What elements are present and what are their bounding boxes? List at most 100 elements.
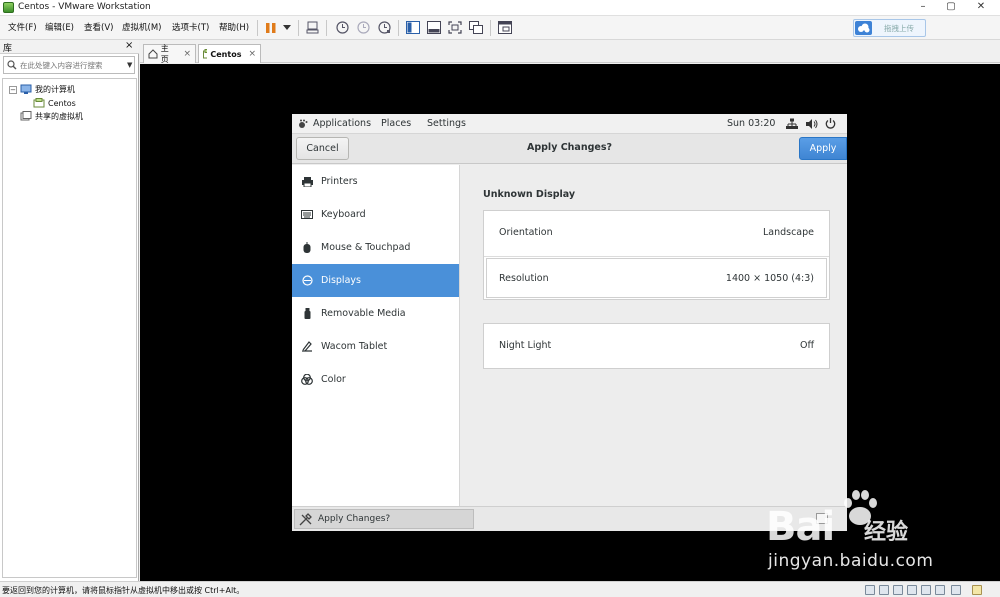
library-header: 库 × (0, 40, 139, 54)
sound-card-icon[interactable] (921, 585, 931, 595)
chevron-down-icon[interactable] (279, 20, 295, 35)
tablet-icon (301, 341, 313, 353)
menu-tabs[interactable]: 选项卡(T) (172, 21, 209, 33)
orientation-row[interactable]: Orientation Landscape (484, 211, 829, 255)
settings-menu[interactable]: Settings (427, 118, 466, 129)
hard-disk-icon[interactable] (865, 585, 875, 595)
menu-file[interactable]: 文件(F) (8, 21, 37, 33)
library-title: 库 (3, 44, 13, 54)
taskbar-item-apply-changes[interactable]: Apply Changes? (294, 509, 474, 529)
sidebar-item-printers[interactable]: Printers (292, 165, 459, 198)
night-light-row[interactable]: Night Light Off (484, 324, 829, 368)
tree-item-my-computer[interactable]: − 我的计算机 (9, 84, 75, 95)
tab-home[interactable]: 主页 × (143, 44, 196, 64)
orientation-label: Orientation (499, 227, 553, 238)
usb-device-icon[interactable] (907, 585, 917, 595)
night-light-group: Night Light Off (483, 323, 830, 369)
menu-toolbar: 文件(F) 编辑(E) 查看(V) 虚拟机(M) 选项卡(T) 帮助(H) 拖拽… (0, 16, 1000, 40)
places-menu[interactable]: Places (381, 118, 411, 129)
clock[interactable]: Sun 03:20 (727, 118, 775, 129)
toolbar-separator (298, 20, 299, 36)
night-light-value: Off (799, 340, 814, 351)
tree-item-shared-vms[interactable]: 共享的虚拟机 (20, 111, 83, 122)
tab-close-button[interactable]: × (248, 49, 256, 59)
menu-view[interactable]: 查看(V) (84, 21, 113, 33)
menu-vm[interactable]: 虚拟机(M) (122, 21, 161, 33)
watermark-brand-tail: 经验 (864, 520, 909, 545)
applications-menu[interactable]: Applications (313, 118, 371, 129)
cancel-button[interactable]: Cancel (296, 137, 349, 160)
unity-mode-icon[interactable] (468, 20, 484, 35)
power-icon[interactable] (825, 118, 836, 129)
menu-edit[interactable]: 编辑(E) (45, 21, 74, 33)
library-close-button[interactable]: × (125, 40, 133, 51)
tab-centos[interactable]: Centos × (198, 44, 261, 63)
computer-icon (20, 84, 32, 94)
network-icon[interactable] (786, 118, 798, 130)
network-adapter-icon[interactable] (893, 585, 903, 595)
tree-item-centos-vm[interactable]: Centos (33, 98, 76, 109)
sidebar-item-mouse-touchpad[interactable]: Mouse & Touchpad (292, 231, 459, 264)
collapse-toggle[interactable]: − (9, 85, 17, 94)
cd-dvd-icon[interactable] (879, 585, 889, 595)
tree-label: 共享的虚拟机 (35, 112, 83, 121)
full-screen-icon[interactable] (447, 20, 463, 35)
sidebar-item-label: Wacom Tablet (321, 341, 388, 352)
display-device-icon[interactable] (951, 585, 961, 595)
display-name-heading: Unknown Display (483, 189, 576, 200)
send-ctrl-alt-del-icon[interactable] (304, 20, 320, 35)
baidu-jingyan-watermark: Bai 经验 jingyan.baidu.com (766, 488, 966, 578)
keyboard-icon (301, 209, 313, 221)
tree-label: Centos (48, 99, 76, 108)
apply-button[interactable]: Apply (799, 137, 847, 160)
watermark-url: jingyan.baidu.com (768, 551, 934, 571)
gnome-window-list: Apply Changes? (292, 506, 847, 531)
toolbar-separator (490, 20, 491, 36)
sidebar-item-wacom-tablet[interactable]: Wacom Tablet (292, 330, 459, 363)
minimize-button[interactable]: – (910, 0, 936, 15)
vmware-app-icon (3, 2, 14, 13)
thumbnail-bar-icon[interactable] (426, 20, 442, 35)
show-library-icon[interactable] (405, 20, 421, 35)
sidebar-item-label: Mouse & Touchpad (321, 242, 411, 253)
library-search-input[interactable] (20, 59, 120, 71)
gnome-foot-icon (299, 119, 308, 128)
drag-upload-button[interactable]: 拖拽上传 (853, 19, 926, 37)
tree-label: 我的计算机 (35, 85, 75, 94)
menu-help[interactable]: 帮助(H) (219, 21, 249, 33)
sidebar-item-color[interactable]: Color (292, 363, 459, 396)
printer-device-icon[interactable] (935, 585, 945, 595)
revert-snapshot-icon[interactable] (355, 20, 371, 35)
snapshot-manager-icon[interactable] (376, 20, 392, 35)
resolution-label: Resolution (499, 273, 549, 284)
sidebar-item-removable-media[interactable]: Removable Media (292, 297, 459, 330)
cloud-logo-icon (855, 21, 872, 35)
tab-close-button[interactable]: × (183, 49, 191, 59)
tab-label: Centos (210, 49, 242, 59)
message-log-icon[interactable] (972, 585, 982, 595)
sidebar-item-displays[interactable]: Displays (292, 264, 459, 297)
sidebar-item-keyboard[interactable]: Keyboard (292, 198, 459, 231)
snapshot-icon[interactable] (334, 20, 350, 35)
search-dropdown-icon[interactable]: ▼ (127, 61, 132, 69)
search-icon (7, 60, 17, 73)
display-settings-group: Orientation Landscape Resolution 1400 × … (483, 210, 830, 300)
resolution-row[interactable]: Resolution 1400 × 1050 (4:3) (484, 256, 829, 300)
library-search-box[interactable]: ▼ (3, 56, 135, 74)
close-button[interactable]: ✕ (968, 0, 994, 15)
sidebar-item-label: Color (321, 374, 346, 385)
volume-icon[interactable] (806, 119, 818, 129)
library-panel: 库 × ▼ − 我的计算机 Centos 共享的虚拟机 (0, 40, 139, 581)
guest-desktop: Applications Places Settings Sun 03:20 A… (292, 114, 847, 531)
status-message: 要返回到您的计算机，请将鼠标指针从虚拟机中移出或按 Ctrl+Alt。 (2, 586, 245, 595)
shared-vm-icon (20, 111, 32, 121)
settings-tools-icon (299, 512, 312, 525)
maximize-button[interactable]: ▢ (938, 0, 964, 15)
tab-label: 主页 (160, 44, 169, 64)
toolbar-separator (326, 20, 327, 36)
console-view-icon[interactable] (497, 20, 513, 35)
home-icon (148, 49, 158, 59)
dialog-title: Apply Changes? (526, 142, 613, 153)
status-bar: 要返回到您的计算机，请将鼠标指针从虚拟机中移出或按 Ctrl+Alt。 (0, 581, 1000, 597)
pause-icon[interactable] (263, 20, 279, 35)
